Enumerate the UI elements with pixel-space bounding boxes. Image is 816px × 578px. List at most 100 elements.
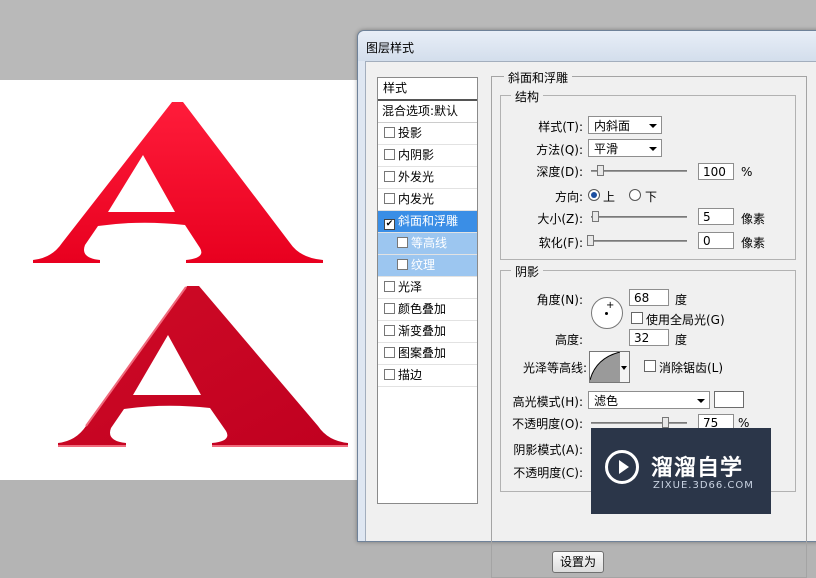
gloss-contour-preview[interactable] — [589, 351, 621, 383]
style-item-label: 图案叠加 — [398, 346, 447, 360]
section-title: 斜面和浮雕 — [504, 69, 573, 86]
style-item-label: 等高线 — [411, 236, 448, 250]
direction-up-radio[interactable] — [588, 189, 600, 201]
style-item-gradient-overlay[interactable]: 渐变叠加 — [378, 321, 477, 343]
soften-slider[interactable] — [591, 240, 687, 242]
style-item-pattern-overlay[interactable]: 图案叠加 — [378, 343, 477, 365]
angle-label: 角度(N): — [536, 293, 583, 307]
checkbox[interactable] — [384, 325, 395, 336]
checkbox[interactable] — [384, 149, 395, 160]
size-slider[interactable] — [591, 216, 687, 218]
altitude-input[interactable]: 32 — [629, 329, 669, 346]
style-item-satin[interactable]: 光泽 — [378, 277, 477, 299]
style-item-label: 内阴影 — [398, 148, 435, 162]
style-item-label: 渐变叠加 — [398, 324, 447, 338]
altitude-unit: 度 — [675, 333, 688, 347]
blend-options-item[interactable]: 混合选项:默认 — [378, 101, 477, 123]
highlight-color-swatch[interactable] — [714, 391, 744, 408]
depth-slider[interactable] — [591, 170, 687, 172]
crosshair-icon: + — [606, 300, 615, 311]
style-item-color-overlay[interactable]: 颜色叠加 — [378, 299, 477, 321]
dialog-titlebar[interactable]: 图层样式 — [358, 31, 816, 61]
checkbox[interactable] — [384, 369, 395, 380]
style-item-label: 斜面和浮雕 — [398, 214, 459, 228]
watermark: 溜溜自学 ZIXUE.3D66.COM — [591, 428, 771, 514]
checkbox[interactable] — [397, 237, 408, 248]
style-item-inner-shadow[interactable]: 内阴影 — [378, 145, 477, 167]
highlight-opacity-slider-thumb[interactable] — [662, 417, 669, 428]
depth-unit: % — [741, 165, 753, 179]
checkbox[interactable] — [397, 259, 408, 270]
watermark-subtitle: ZIXUE.3D66.COM — [653, 480, 754, 491]
style-item-contour[interactable]: 等高线 — [378, 233, 477, 255]
highlight-mode-label: 高光模式(H): — [512, 395, 583, 409]
style-item-label: 描边 — [398, 368, 423, 382]
technique-label: 方法(Q): — [536, 143, 583, 157]
size-input[interactable]: 5 — [698, 208, 734, 225]
soften-input[interactable]: 0 — [698, 232, 734, 249]
letter-a-top — [33, 102, 323, 263]
shadow-mode-label: 阴影模式(A): — [513, 443, 583, 457]
highlight-mode-select[interactable]: 滤色 — [588, 391, 710, 409]
shadow-opacity-label: 不透明度(C): — [513, 466, 583, 480]
bevel-style-select[interactable]: 内斜面 — [588, 116, 662, 134]
reset-default-button[interactable]: 设置为 — [552, 551, 605, 573]
size-label: 大小(Z): — [537, 212, 583, 226]
dialog-title: 图层样式 — [366, 41, 415, 55]
highlight-opacity-slider[interactable] — [591, 422, 687, 424]
checkbox[interactable] — [384, 193, 395, 204]
altitude-label: 高度: — [554, 333, 583, 347]
gloss-contour-label: 光泽等高线: — [522, 361, 587, 375]
style-item-label: 内发光 — [398, 192, 435, 206]
style-item-label: 纹理 — [411, 258, 436, 272]
style-item-texture[interactable]: 纹理 — [378, 255, 477, 277]
watermark-title: 溜溜自学 — [651, 456, 744, 481]
global-light-label[interactable]: 使用全局光(G) — [646, 311, 725, 328]
checkbox[interactable] — [384, 171, 395, 182]
style-item-inner-glow[interactable]: 内发光 — [378, 189, 477, 211]
checkbox[interactable] — [384, 281, 395, 292]
structure-group: 结构 样式(T): 内斜面 方法(Q): 平滑 深度(D): 100 % 方向:… — [500, 88, 796, 260]
anti-aliased-checkbox[interactable] — [644, 360, 656, 372]
style-item-outer-glow[interactable]: 外发光 — [378, 167, 477, 189]
anti-aliased-label[interactable]: 消除锯齿(L) — [659, 359, 723, 376]
styles-list: 样式 混合选项:默认 投影 内阴影 外发光 内发光 ✔ 斜面和浮雕 等高线 纹理 … — [377, 77, 478, 504]
direction-label: 方向: — [554, 190, 583, 204]
checkbox[interactable] — [384, 303, 395, 314]
style-item-bevel-emboss[interactable]: ✔ 斜面和浮雕 — [378, 211, 477, 233]
soften-slider-thumb[interactable] — [587, 235, 594, 246]
checkbox-checked[interactable]: ✔ — [384, 219, 395, 230]
technique-select[interactable]: 平滑 — [588, 139, 662, 157]
highlight-opacity-label: 不透明度(O): — [512, 417, 583, 431]
soften-unit: 像素 — [741, 236, 766, 250]
contour-curve-icon — [590, 352, 620, 382]
chevron-down-icon — [649, 147, 657, 151]
style-item-label: 颜色叠加 — [398, 302, 447, 316]
style-item-label: 投影 — [398, 126, 423, 140]
style-item-label: 光泽 — [398, 280, 423, 294]
style-item-stroke[interactable]: 描边 — [378, 365, 477, 387]
soften-label: 软化(F): — [538, 236, 583, 250]
document-canvas[interactable] — [0, 80, 360, 480]
play-logo-icon — [605, 450, 639, 484]
angle-unit: 度 — [675, 293, 688, 307]
depth-label: 深度(D): — [536, 165, 583, 179]
global-light-checkbox[interactable] — [631, 312, 643, 324]
chevron-down-icon — [649, 124, 657, 128]
gloss-contour-dropdown[interactable] — [620, 351, 630, 383]
style-label: 样式(T): — [538, 120, 583, 134]
direction-down-radio[interactable] — [629, 189, 641, 201]
checkbox[interactable] — [384, 127, 395, 138]
depth-slider-thumb[interactable] — [597, 165, 604, 176]
direction-down-label[interactable]: 下 — [645, 188, 657, 205]
direction-up-label[interactable]: 上 — [603, 188, 615, 205]
size-unit: 像素 — [741, 212, 766, 226]
angle-input[interactable]: 68 — [629, 289, 669, 306]
style-item-label: 外发光 — [398, 170, 435, 184]
styles-header[interactable]: 样式 — [378, 78, 477, 101]
checkbox[interactable] — [384, 347, 395, 358]
style-item-drop-shadow[interactable]: 投影 — [378, 123, 477, 145]
depth-input[interactable]: 100 — [698, 163, 734, 180]
size-slider-thumb[interactable] — [592, 211, 599, 222]
angle-dial[interactable]: + — [591, 297, 623, 329]
